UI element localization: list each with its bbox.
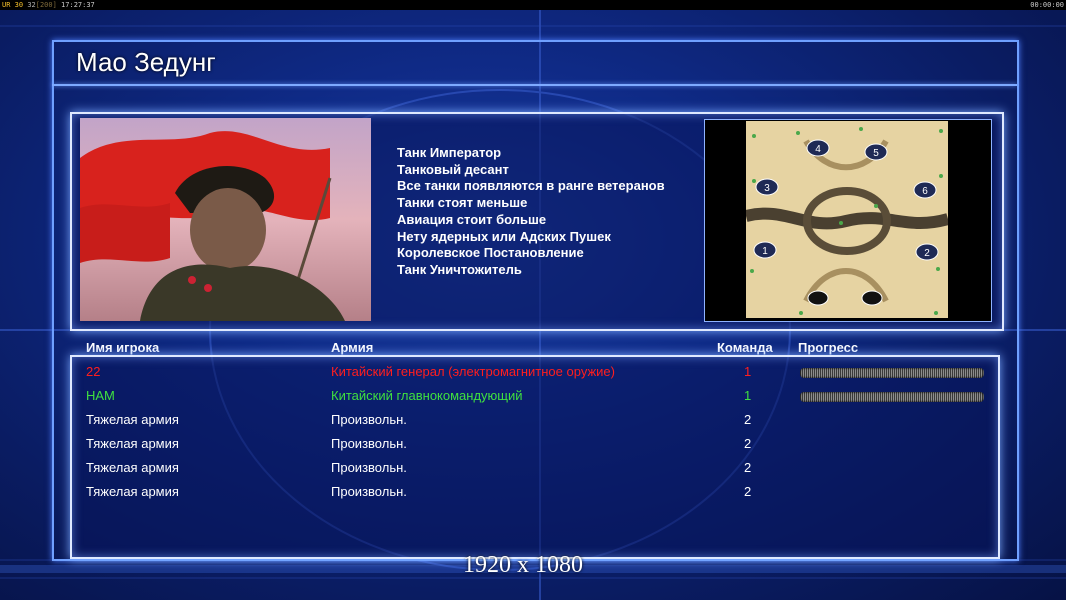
player-team: 2: [744, 436, 752, 451]
clock: 17:27:37: [61, 1, 95, 9]
player-team: 2: [744, 460, 752, 475]
title-divider: [52, 84, 1017, 86]
player-name: HAM: [86, 388, 115, 403]
general-portrait: [80, 118, 371, 321]
feature-item: Танки стоят меньше: [397, 195, 528, 211]
player-row: Тяжелая армия Произвольн. 2: [0, 410, 1066, 430]
map-title: Мао Зедунг: [76, 47, 216, 77]
svg-text:1: 1: [762, 246, 768, 257]
header-team: Команда: [717, 340, 773, 355]
progress-bar: [800, 392, 984, 402]
player-team: 1: [744, 388, 752, 403]
fps-readout: UR 30 32[200] 17:27:37: [2, 1, 95, 9]
header-player-name: Имя игрока: [86, 340, 160, 355]
player-army: Китайский главнокомандующий: [331, 388, 523, 403]
feature-item: Танк Император: [397, 145, 502, 160]
svg-text:2: 2: [924, 248, 930, 259]
player-team: 2: [744, 484, 752, 499]
minimap-image: 4 5 3 6 1 2: [744, 121, 950, 318]
portrait-image: [80, 118, 371, 321]
feature-item: Нету ядерных или Адских Пушек: [397, 228, 611, 244]
svg-text:6: 6: [922, 186, 928, 197]
player-army: Произвольн.: [331, 484, 407, 499]
svg-text:5: 5: [873, 148, 879, 159]
header-army: Армия: [331, 340, 374, 355]
player-name: Тяжелая армия: [86, 460, 179, 475]
player-name: Тяжелая армия: [86, 484, 179, 499]
feature-item: Танковый десант: [397, 161, 509, 177]
svg-text:3: 3: [764, 183, 770, 194]
svg-text:4: 4: [815, 144, 821, 155]
player-army: Китайский генерал (электромагнитное оруж…: [331, 364, 615, 379]
player-row: HAM Китайский главнокомандующий 1: [0, 386, 1066, 406]
player-row: Тяжелая армия Произвольн. 2: [0, 458, 1066, 478]
feature-item: Танк Уничтожитель: [397, 261, 522, 277]
player-army: Произвольн.: [331, 460, 407, 475]
player-name: Тяжелая армия: [86, 412, 179, 427]
timer: 00:00:00: [1030, 1, 1064, 9]
player-row: Тяжелая армия Произвольн. 2: [0, 434, 1066, 454]
minimap[interactable]: 4 5 3 6 1 2: [744, 121, 950, 318]
feature-item: Все танки появляются в ранге ветеранов: [397, 178, 665, 194]
map-features-list: Танк Император Танковый десант Все танки…: [397, 145, 665, 279]
player-row: Тяжелая армия Произвольн. 2: [0, 482, 1066, 502]
player-army: Произвольн.: [331, 412, 407, 427]
player-army: Произвольн.: [331, 436, 407, 451]
progress-bar: [800, 368, 984, 378]
feature-item: Авиация стоит больше: [397, 211, 547, 227]
resolution-label: 1920 x 1080: [463, 552, 583, 578]
player-team: 2: [744, 412, 752, 427]
debug-status-bar: UR 30 32[200] 17:27:37 00:00:00: [0, 0, 1066, 10]
header-progress: Прогресс: [798, 340, 859, 355]
player-team: 1: [744, 364, 752, 379]
feature-item: Королевское Постановление: [397, 245, 584, 261]
player-name: 22: [86, 364, 101, 379]
player-name: Тяжелая армия: [86, 436, 179, 451]
player-row: 22 Китайский генерал (электромагнитное о…: [0, 362, 1066, 382]
